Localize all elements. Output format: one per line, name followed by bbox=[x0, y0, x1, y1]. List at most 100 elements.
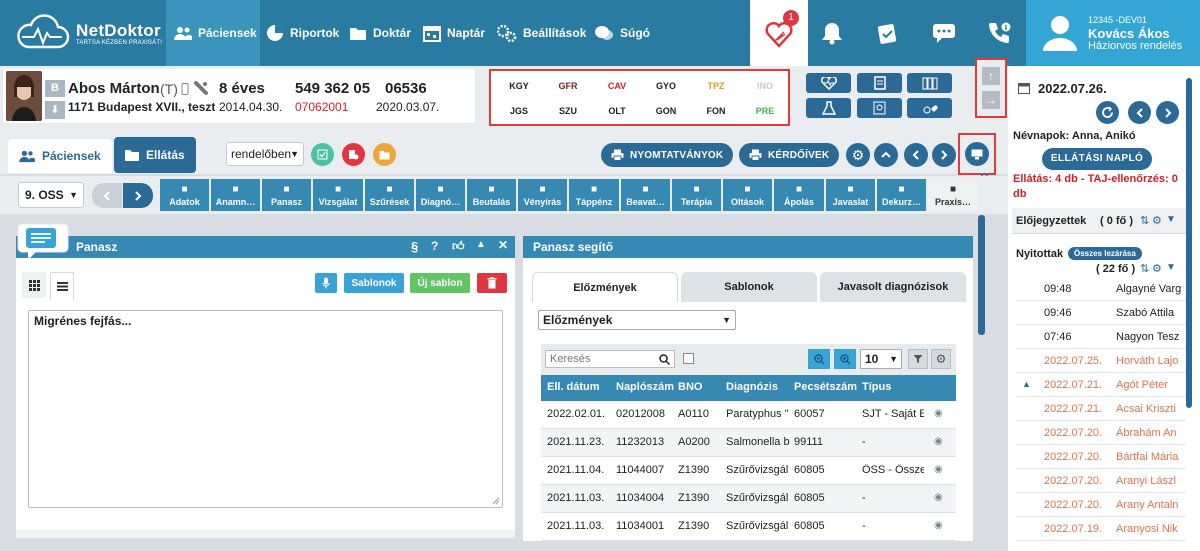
column-header[interactable]: Naplószám bbox=[616, 381, 674, 393]
page-size-select[interactable]: 10 ▼ bbox=[860, 349, 902, 369]
notification-area[interactable] bbox=[750, 0, 808, 66]
new-template-button[interactable]: Új sablon bbox=[410, 273, 470, 293]
gear-icon[interactable]: ⚙ bbox=[1152, 262, 1162, 275]
oss-select[interactable]: 9. OSS ▼ bbox=[18, 182, 84, 208]
gear-icon[interactable]: ⚙ bbox=[1152, 214, 1162, 227]
toolbar-button[interactable]: ■ Javaslat bbox=[826, 179, 875, 211]
visit-list-item[interactable]: 2022.07.20. Ábrahám An bbox=[1016, 421, 1186, 445]
toolbar-button[interactable]: ■ Beutalás bbox=[467, 179, 516, 211]
toolbar-button[interactable]: ■ Panasz bbox=[262, 179, 311, 211]
phone-info-button[interactable] bbox=[972, 0, 1028, 66]
prescription-button[interactable] bbox=[342, 143, 365, 166]
arrow-up-button[interactable]: ↑ bbox=[982, 67, 1000, 85]
quick-books-button[interactable] bbox=[907, 73, 952, 93]
zoom-out-button[interactable] bbox=[808, 349, 830, 369]
prev-day-button[interactable] bbox=[1128, 101, 1151, 124]
refresh-button[interactable] bbox=[1096, 101, 1119, 124]
thumbs-up-icon[interactable]: 👍︎ bbox=[452, 239, 465, 254]
code-szu[interactable]: SZU bbox=[548, 106, 588, 116]
chevron-down-icon[interactable]: ▼ bbox=[1166, 214, 1176, 225]
history-dropdown[interactable]: Előzmények ▼ bbox=[538, 310, 736, 330]
list-view-tab[interactable] bbox=[50, 272, 74, 300]
chevron-down-icon[interactable]: ▼ bbox=[1166, 262, 1176, 273]
quick-heart-pulse-button[interactable] bbox=[907, 98, 952, 118]
quick-document-button[interactable] bbox=[857, 73, 902, 93]
check-doc-button[interactable] bbox=[311, 143, 334, 166]
sidebar-scrollbar[interactable] bbox=[1186, 78, 1192, 408]
monitor-button[interactable] bbox=[965, 142, 989, 166]
location-select[interactable]: rendelőben ▼ bbox=[226, 142, 304, 166]
tab-templates[interactable]: Sablonok bbox=[681, 272, 817, 302]
help-icon[interactable]: ? bbox=[431, 239, 438, 253]
quick-flask-button[interactable] bbox=[806, 98, 851, 118]
visit-list-item[interactable]: ▲ 2022.07.21. Agót Péter bbox=[1016, 373, 1186, 397]
column-header[interactable]: Típus bbox=[862, 381, 891, 393]
toolbar-button[interactable]: ■ Terápia bbox=[672, 179, 721, 211]
templates-button[interactable]: Sablonok bbox=[344, 273, 404, 293]
toolbar-button[interactable]: ■ Praxis… bbox=[928, 179, 978, 211]
care-log-button[interactable]: ELLÁTÁSI NAPLÓ bbox=[1042, 148, 1152, 170]
sort-icon[interactable]: ⇅ bbox=[1140, 262, 1149, 275]
column-header[interactable]: Ell. dátum bbox=[547, 381, 600, 393]
next-button[interactable] bbox=[932, 143, 956, 167]
arrow-right-button[interactable]: → bbox=[982, 91, 1000, 109]
toolbar-button[interactable]: ■ Beavat… bbox=[621, 179, 670, 211]
main-scrollbar[interactable] bbox=[978, 215, 985, 335]
visit-list-item[interactable]: 2022.07.20. Arany Antaln bbox=[1016, 493, 1186, 517]
clipboard-button[interactable] bbox=[860, 0, 916, 66]
nav-doktar[interactable]: Doktár bbox=[349, 0, 415, 66]
visit-list-item[interactable]: 2022.07.20. Bártfai Mária bbox=[1016, 445, 1186, 469]
visit-list-item[interactable]: 2022.07.21. Acsai Kriszti bbox=[1016, 397, 1186, 421]
row-action-icon[interactable]: ◉ bbox=[934, 520, 943, 531]
filter-button[interactable] bbox=[908, 349, 928, 369]
toolbar-button[interactable]: ■ Anamn… bbox=[211, 179, 260, 211]
section-sign-button[interactable]: § bbox=[411, 239, 418, 254]
tab-history[interactable]: Előzmények bbox=[532, 272, 678, 302]
print-forms-button[interactable]: NYOMTATVÁNYOK bbox=[601, 143, 734, 167]
zoom-in-button[interactable] bbox=[834, 349, 856, 369]
visit-list-item[interactable]: 09:48 Algayné Varg bbox=[1016, 277, 1186, 301]
code-tpz[interactable]: TPZ bbox=[696, 81, 736, 91]
code-gyo[interactable]: GYO bbox=[646, 81, 686, 91]
toolbar-button[interactable]: ■ Vényírás bbox=[518, 179, 567, 211]
visit-list-item[interactable]: 07:46 Nagyon Tesz bbox=[1016, 325, 1186, 349]
chevron-up-icon[interactable]: ▲ bbox=[476, 239, 486, 250]
nav-help[interactable]: Súgó bbox=[594, 0, 654, 66]
column-header[interactable]: Pecsétszám bbox=[794, 381, 857, 393]
tab-patients[interactable]: Páciensek bbox=[8, 139, 112, 173]
toolbar-button[interactable]: ■ Adatok bbox=[160, 179, 209, 211]
close-icon[interactable]: ✕ bbox=[498, 238, 508, 252]
column-header[interactable]: BNO bbox=[678, 381, 702, 393]
toolbar-button[interactable]: ■ Táppénz bbox=[569, 179, 619, 211]
code-pre[interactable]: PRE bbox=[745, 106, 785, 116]
nav-reports[interactable]: Riportok bbox=[266, 0, 342, 66]
patient-side-b-button[interactable]: B bbox=[45, 80, 65, 97]
nav-settings[interactable]: Beállítások bbox=[497, 0, 586, 66]
code-olt[interactable]: OLT bbox=[597, 106, 637, 116]
code-jgs[interactable]: JGS bbox=[499, 106, 539, 116]
settings-button[interactable]: ⚙ bbox=[846, 143, 870, 167]
row-action-icon[interactable]: ◉ bbox=[934, 464, 943, 475]
microphone-button[interactable] bbox=[315, 273, 337, 293]
next-day-button[interactable] bbox=[1156, 101, 1179, 124]
nav-calendar[interactable]: Naptár bbox=[423, 0, 489, 66]
code-fon[interactable]: FON bbox=[696, 106, 736, 116]
table-settings-button[interactable]: ⚙ bbox=[931, 349, 951, 369]
visit-list-item[interactable]: 2022.07.20. Aranyi Lászl bbox=[1016, 469, 1186, 493]
toolbar-button[interactable]: ■ Ápolás bbox=[774, 179, 824, 211]
row-action-icon[interactable]: ◉ bbox=[934, 408, 943, 419]
resize-handle-icon[interactable] bbox=[492, 497, 500, 505]
grid-view-tab[interactable] bbox=[22, 272, 46, 298]
folder-button[interactable] bbox=[373, 143, 396, 166]
close-all-button[interactable]: Összes lezárása bbox=[1068, 247, 1142, 260]
row-action-icon[interactable]: ◉ bbox=[934, 436, 943, 447]
patient-down-button[interactable]: ⬇ bbox=[45, 101, 65, 119]
visit-list-item[interactable]: 2022.07.25. Horváth Lajo bbox=[1016, 349, 1186, 373]
toolbar-button[interactable]: ■ Dekurz… bbox=[877, 179, 926, 211]
collapse-button[interactable] bbox=[874, 143, 898, 167]
netdoktor-logo[interactable]: NetDoktor TARTSA KÉZBEN PRAXISÁT! bbox=[0, 0, 166, 66]
toolbar-prev-button[interactable] bbox=[92, 183, 122, 208]
code-cav[interactable]: CAV bbox=[597, 81, 637, 91]
messages-button[interactable] bbox=[916, 0, 972, 66]
complaint-textarea[interactable]: Migrénes fejfás... bbox=[28, 310, 503, 508]
